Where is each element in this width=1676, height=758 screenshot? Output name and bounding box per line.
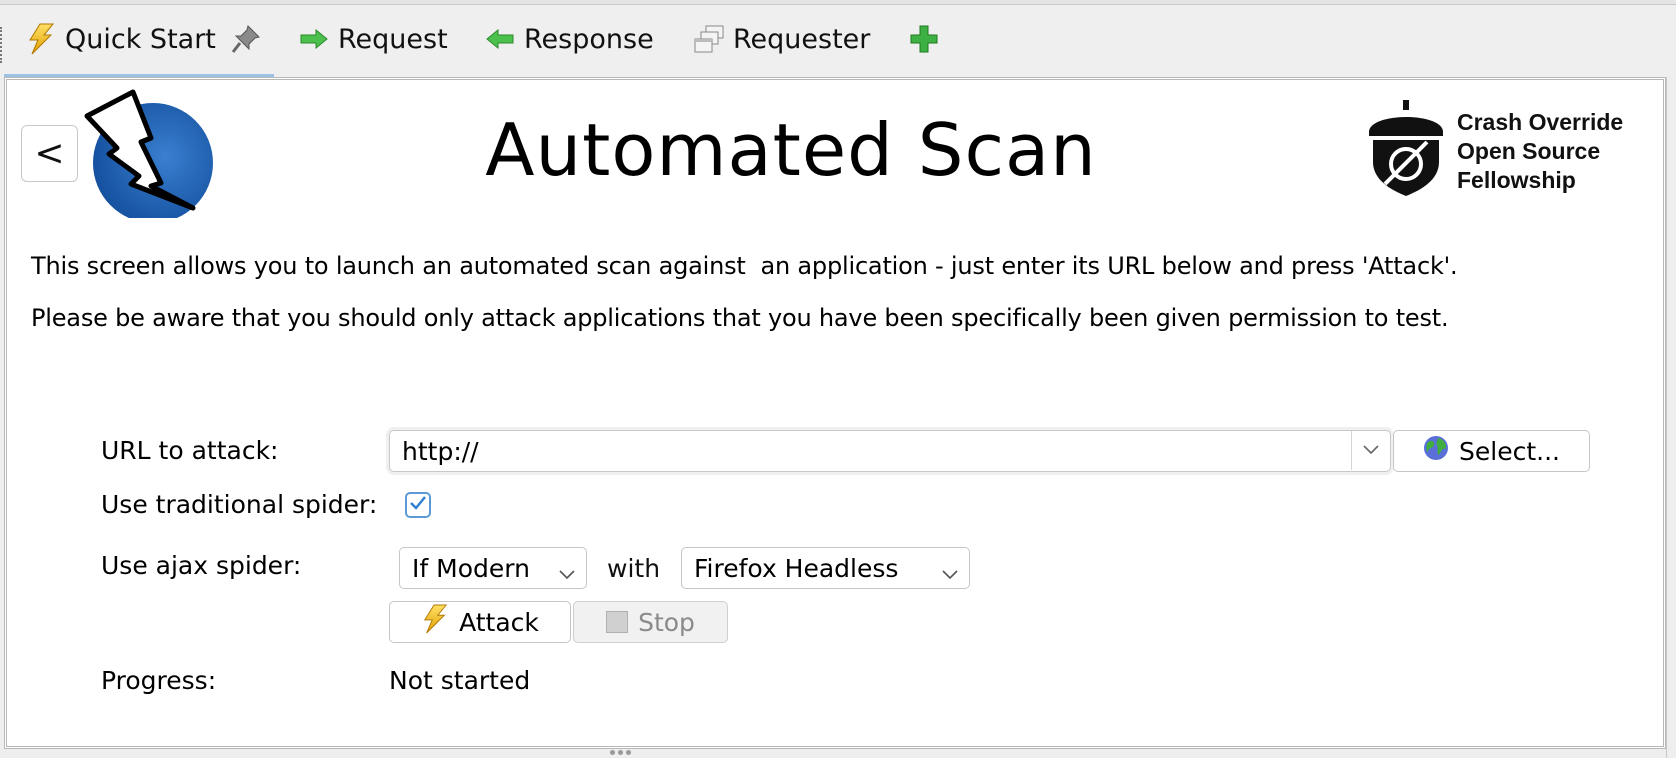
globe-icon: [1423, 435, 1449, 467]
sponsor-line: Open Source: [1457, 138, 1601, 164]
description-line-1: This screen allows you to launch an auto…: [31, 252, 1458, 280]
sponsor-line: Crash Override: [1457, 109, 1624, 135]
tab-bar: Quick Start Request Response Requester: [0, 5, 1676, 80]
add-tab-button[interactable]: [908, 19, 940, 59]
crash-override-logo: Crash Override Open Source Fellowship: [1363, 98, 1663, 198]
url-history-dropdown[interactable]: [1351, 431, 1390, 470]
tab-request[interactable]: Request: [298, 19, 448, 59]
chevron-down-icon: [558, 558, 576, 587]
traditional-spider-label: Use traditional spider:: [101, 490, 378, 519]
ajax-mode-value: If Modern: [412, 553, 530, 583]
url-input[interactable]: [400, 433, 1324, 469]
chevron-down-icon: [941, 558, 959, 587]
lightning-icon: [421, 603, 449, 641]
with-label: with: [607, 554, 661, 583]
tab-label: Quick Start: [65, 23, 216, 55]
traditional-spider-checkbox[interactable]: [405, 492, 431, 518]
url-label: URL to attack:: [101, 436, 279, 465]
pin-icon[interactable]: [230, 23, 262, 55]
tab-label: Response: [524, 23, 654, 55]
tab-requester[interactable]: Requester: [693, 19, 870, 59]
attack-button[interactable]: Attack: [389, 601, 571, 643]
split-pane-grip[interactable]: [610, 750, 634, 758]
ajax-mode-select[interactable]: If Modern: [399, 547, 587, 589]
windows-icon: [693, 23, 725, 55]
tab-quick-start[interactable]: Quick Start: [25, 19, 262, 59]
arrow-left-icon: [484, 23, 516, 55]
ajax-spider-label: Use ajax spider:: [101, 551, 302, 580]
tab-label: Requester: [733, 23, 871, 55]
tabbar-grip[interactable]: [0, 27, 6, 63]
chevron-down-icon: [1362, 441, 1380, 460]
lightning-icon: [25, 23, 57, 55]
page-title: Automated Scan: [485, 108, 1097, 192]
sponsor-line: Fellowship: [1457, 167, 1576, 193]
stop-icon: [606, 611, 629, 633]
url-combobox: [389, 430, 1391, 472]
stop-button[interactable]: Stop: [573, 601, 728, 643]
checkmark-icon: [409, 495, 427, 515]
attack-button-label: Attack: [459, 607, 539, 637]
right-side-panel-edge: [1666, 77, 1676, 758]
tab-response[interactable]: Response: [484, 19, 654, 59]
progress-label: Progress:: [101, 666, 217, 695]
progress-status: Not started: [389, 666, 531, 695]
tab-label: Request: [338, 23, 448, 55]
description-line-2: Please be aware that you should only att…: [31, 304, 1449, 332]
stop-button-label: Stop: [638, 607, 695, 637]
arrow-right-icon: [298, 23, 330, 55]
plus-icon: [908, 23, 940, 55]
quick-start-panel: < Automated Scan Crash Override Open Sou…: [4, 77, 1666, 749]
sponsor-text: Crash Override Open Source Fellowship: [1457, 108, 1623, 195]
browser-value: Firefox Headless: [694, 553, 899, 583]
browser-select[interactable]: Firefox Headless: [681, 547, 970, 589]
select-url-button[interactable]: Select...: [1393, 430, 1590, 472]
select-button-label: Select...: [1459, 436, 1560, 466]
